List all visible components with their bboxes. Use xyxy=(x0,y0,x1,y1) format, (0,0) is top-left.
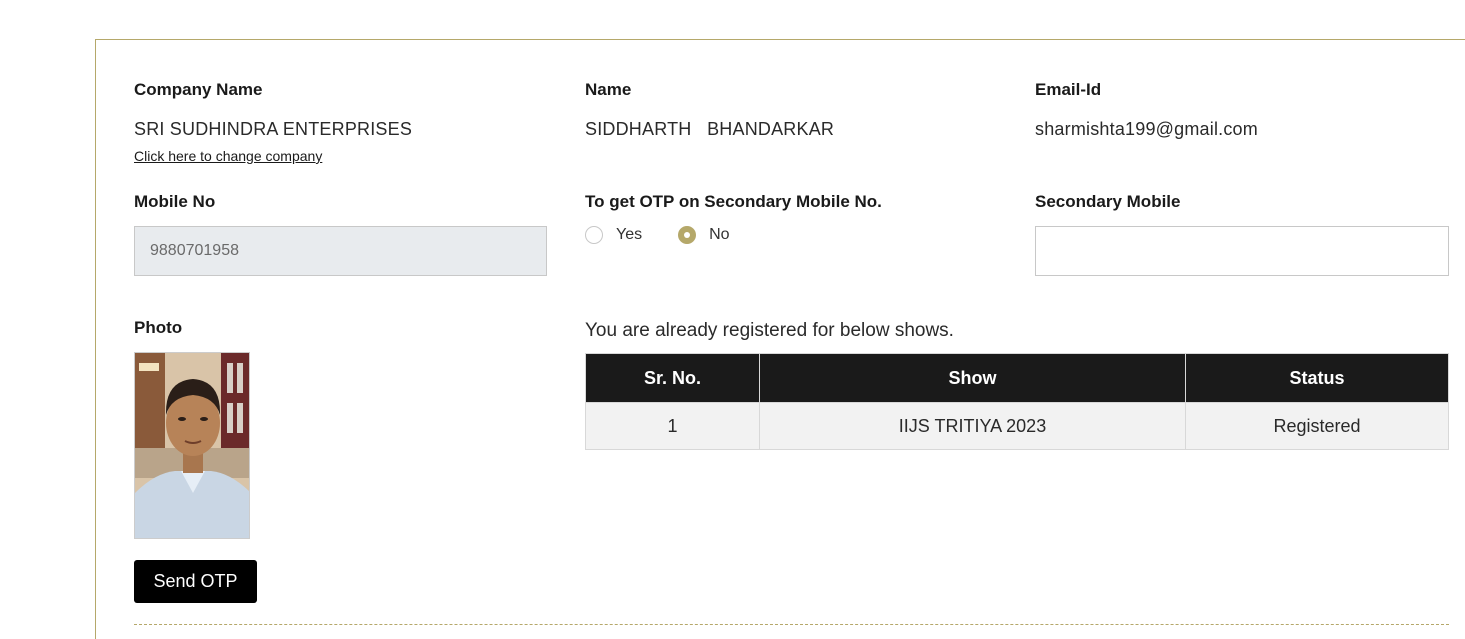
otp-secondary-radio-group: Yes No xyxy=(585,226,730,244)
column-header-status: Status xyxy=(1185,353,1449,403)
company-name-value: SRI SUDHINDRA ENTERPRISES xyxy=(134,119,413,139)
table-row: 1 IIJS TRITIYA 2023 Registered xyxy=(585,402,1449,450)
radio-yes-label: Yes xyxy=(616,226,643,243)
radio-option-no[interactable]: No xyxy=(678,226,730,244)
radio-no-label: No xyxy=(709,226,730,243)
change-company-link[interactable]: Click here to change company xyxy=(134,148,322,164)
cell-status: Registered xyxy=(1185,402,1449,450)
email-label: Email-Id xyxy=(1035,80,1102,99)
company-name-label: Company Name xyxy=(134,80,263,99)
cell-sr-no: 1 xyxy=(585,402,760,450)
otp-secondary-label: To get OTP on Secondary Mobile No. xyxy=(585,192,882,211)
name-value: SIDDHARTH BHANDARKAR xyxy=(585,119,835,139)
secondary-mobile-input[interactable] xyxy=(1035,226,1449,276)
radio-yes[interactable] xyxy=(585,226,603,244)
radio-option-yes[interactable]: Yes xyxy=(585,226,642,244)
email-value: sharmishta199@gmail.com xyxy=(1035,119,1258,139)
secondary-mobile-label: Secondary Mobile xyxy=(1035,192,1181,211)
section-divider xyxy=(134,624,1449,625)
registered-shows-notice: You are already registered for below sho… xyxy=(585,320,954,341)
registration-panel: Company Name SRI SUDHINDRA ENTERPRISES C… xyxy=(95,39,1465,639)
column-header-sr-no: Sr. No. xyxy=(585,353,760,403)
registered-shows-table: Sr. No. Show Status 1 IIJS TRITIYA 2023 … xyxy=(585,353,1449,450)
mobile-label: Mobile No xyxy=(134,192,216,211)
mobile-input[interactable] xyxy=(134,226,547,276)
radio-no[interactable] xyxy=(678,226,697,244)
send-otp-button[interactable]: Send OTP xyxy=(134,560,257,603)
column-header-show: Show xyxy=(759,353,1186,403)
user-photo xyxy=(134,352,250,539)
photo-label: Photo xyxy=(134,318,183,337)
table-header-row: Sr. No. Show Status xyxy=(585,353,1449,403)
cell-show: IIJS TRITIYA 2023 xyxy=(759,402,1186,450)
name-label: Name xyxy=(585,80,632,99)
